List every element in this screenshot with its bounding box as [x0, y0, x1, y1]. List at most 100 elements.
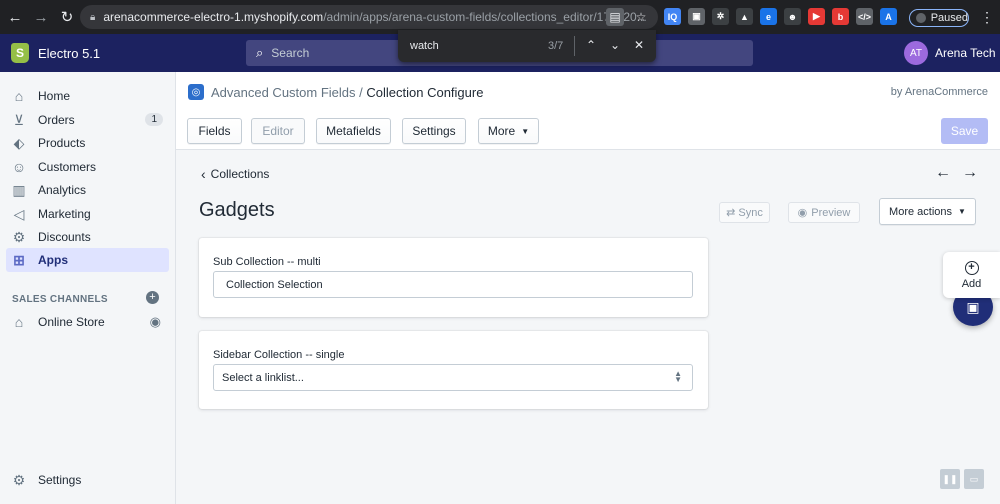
- more-dropdown-button[interactable]: More ▼: [478, 118, 539, 144]
- field-card-sidebar-collection: Sidebar Collection -- single Select a li…: [199, 331, 708, 409]
- store-icon: ⌂: [14, 314, 24, 330]
- browser-toolbar: ← → ↻ 🔒︎ arenacommerce-electro-1.myshopi…: [0, 0, 1000, 34]
- url-path: /admin/apps/arena-custom-fields/collecti…: [323, 10, 647, 24]
- find-previous-icon[interactable]: ⌃: [586, 38, 596, 52]
- metafields-button[interactable]: Metafields: [316, 118, 391, 144]
- forward-arrow-icon[interactable]: →: [30, 6, 52, 28]
- find-divider: [574, 36, 575, 56]
- breadcrumb-app-link[interactable]: Advanced Custom Fields: [211, 85, 356, 100]
- bookmark-star-icon[interactable]: ☆: [632, 8, 650, 26]
- person-icon: ☺: [11, 159, 27, 175]
- save-button[interactable]: Save: [941, 118, 988, 144]
- browser-menu-icon[interactable]: ⋮: [980, 9, 994, 26]
- app-logo-icon: ◎: [188, 84, 204, 100]
- sidebar-item-label: Apps: [38, 253, 68, 267]
- sidebar-item-label: Online Store: [38, 315, 105, 329]
- find-next-icon[interactable]: ⌄: [610, 38, 620, 52]
- gear-icon: ⚙: [12, 471, 26, 488]
- triangle-icon[interactable]: ▲: [736, 8, 753, 25]
- sidebar-item-customers[interactable]: ☺ Customers: [6, 155, 169, 179]
- avatar: AT: [904, 41, 928, 65]
- sidebar: ⌂ Home ⊻ Orders 1 ⬖ Products ☺ Customers…: [0, 72, 176, 504]
- youtube-icon[interactable]: ▶: [808, 8, 825, 25]
- page-action-icon[interactable]: ▤: [606, 8, 624, 26]
- sidebar-item-discounts[interactable]: ⚙ Discounts: [6, 225, 169, 249]
- address-bar[interactable]: 🔒︎ arenacommerce-electro-1.myshopify.com…: [80, 5, 658, 29]
- sidebar-item-label: Discounts: [38, 230, 91, 244]
- preview-label: Preview: [811, 206, 851, 219]
- puzzle-icon[interactable]: ✲: [712, 8, 729, 25]
- sidebar-item-home[interactable]: ⌂ Home: [6, 84, 169, 108]
- add-field-button[interactable]: + Add: [943, 252, 1000, 298]
- edge-icon[interactable]: e: [760, 8, 777, 25]
- user-icon[interactable]: ☻: [784, 8, 801, 25]
- page-title: Gadgets: [199, 199, 275, 221]
- orders-icon: ⊻: [13, 111, 25, 128]
- orders-count-badge: 1: [145, 113, 163, 126]
- corner-controls: ❚❚ ▭: [940, 469, 984, 489]
- shopify-logo-icon[interactable]: S: [11, 43, 29, 63]
- sidebar-item-analytics[interactable]: ▥ Analytics: [6, 178, 169, 202]
- pause-icon[interactable]: ❚❚: [940, 469, 960, 489]
- sidebar-item-online-store[interactable]: ⌂ Online Store ◉: [6, 310, 169, 334]
- profile-paused-button[interactable]: Paused: [909, 9, 969, 27]
- previous-arrow-icon[interactable]: ←: [935, 164, 951, 182]
- search-icon: ⌕: [256, 45, 264, 60]
- sidebar-item-label: Customers: [38, 160, 97, 174]
- account-name: Arena Tech: [935, 46, 996, 60]
- sidebar-item-orders[interactable]: ⊻ Orders 1: [6, 108, 169, 132]
- reload-icon[interactable]: ↻: [56, 6, 78, 28]
- sidebar-item-label: Settings: [38, 473, 82, 487]
- paused-label: Paused: [930, 12, 968, 24]
- megaphone-icon: ◁: [13, 205, 25, 222]
- a-icon[interactable]: A: [880, 8, 897, 25]
- preview-button[interactable]: ◉ Preview: [788, 202, 860, 223]
- app-developer-label: by ArenaCommerce: [890, 86, 988, 98]
- sidebar-item-apps[interactable]: ⊞ Apps: [6, 248, 169, 272]
- select-caret-icon: ▲ ▼: [674, 369, 682, 384]
- main-content: ◎ Advanced Custom Fields / Collection Co…: [176, 72, 1000, 504]
- next-arrow-icon[interactable]: →: [962, 164, 978, 182]
- store-name[interactable]: Electro 5.1: [38, 46, 100, 61]
- more-actions-button[interactable]: More actions ▼: [879, 198, 976, 225]
- sidebar-item-settings[interactable]: ⚙ Settings: [6, 468, 169, 492]
- more-actions-label: More actions: [889, 205, 953, 218]
- account-menu[interactable]: AT Arena Tech: [904, 41, 996, 65]
- sidebar-item-products[interactable]: ⬖ Products: [6, 131, 169, 155]
- add-sales-channel-icon[interactable]: +: [146, 291, 159, 304]
- sidebar-item-label: Analytics: [38, 183, 87, 197]
- find-count: 3/7: [548, 40, 564, 52]
- sync-button[interactable]: ⇄ Sync: [719, 202, 770, 223]
- sidebar-item-label: Orders: [38, 113, 75, 127]
- code-icon[interactable]: </>: [856, 8, 873, 25]
- tag-icon: ⬖: [13, 134, 25, 151]
- chevron-left-icon: ‹: [201, 166, 206, 182]
- sidebar-item-label: Marketing: [38, 207, 91, 221]
- add-label: Add: [961, 277, 982, 290]
- app-header: ◎ Advanced Custom Fields / Collection Co…: [176, 72, 1000, 150]
- back-to-collections-link[interactable]: ‹ Collections: [201, 166, 269, 182]
- back-arrow-icon[interactable]: ←: [4, 6, 26, 28]
- more-label: More: [487, 124, 516, 138]
- editor-button[interactable]: Editor: [251, 118, 305, 144]
- picture-in-picture-icon[interactable]: ▭: [964, 469, 984, 489]
- sidebar-item-marketing[interactable]: ◁ Marketing: [6, 202, 169, 226]
- b-icon[interactable]: b: [832, 8, 849, 25]
- breadcrumb: Advanced Custom Fields / Collection Conf…: [211, 85, 483, 100]
- find-bar: watch 3/7 ⌃ ⌄ ✕: [398, 30, 656, 62]
- iq-icon[interactable]: IQ: [664, 8, 681, 25]
- view-store-eye-icon[interactable]: ◉: [150, 314, 161, 330]
- discount-icon: ⚙: [12, 228, 26, 245]
- find-close-icon[interactable]: ✕: [634, 38, 644, 52]
- linklist-select[interactable]: Select a linklist... ▲ ▼: [213, 364, 693, 391]
- collection-selection-field[interactable]: Collection Selection: [213, 271, 693, 298]
- settings-button[interactable]: Settings: [402, 118, 466, 144]
- sidebar-item-label: Products: [38, 136, 86, 150]
- plus-circle-icon: +: [964, 260, 979, 275]
- select-value: Select a linklist...: [222, 371, 304, 384]
- find-input[interactable]: watch: [410, 40, 530, 52]
- caret-down-icon: ▼: [521, 126, 530, 136]
- fields-button[interactable]: Fields: [187, 118, 242, 144]
- page-icon[interactable]: ▣: [688, 8, 705, 25]
- caret-down-icon: ▼: [958, 207, 966, 216]
